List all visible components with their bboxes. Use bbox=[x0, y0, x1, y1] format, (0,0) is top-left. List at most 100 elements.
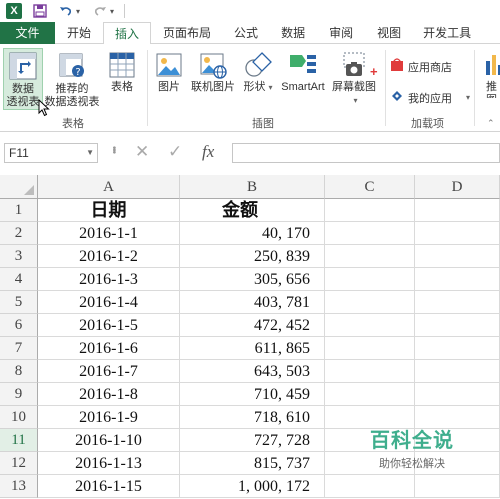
tab-developer[interactable]: 开发工具 bbox=[413, 22, 481, 44]
amount-cell[interactable]: 1, 000, 172 bbox=[180, 475, 325, 498]
date-cell[interactable]: 2016-1-2 bbox=[38, 245, 180, 268]
date-cell[interactable]: 2016-1-9 bbox=[38, 406, 180, 429]
empty-cell[interactable] bbox=[325, 268, 415, 291]
date-cell[interactable]: 2016-1-8 bbox=[38, 383, 180, 406]
tab-file[interactable]: 文件 bbox=[0, 22, 55, 44]
row-header[interactable]: 1 bbox=[0, 199, 38, 222]
empty-cell[interactable] bbox=[325, 245, 415, 268]
empty-cell[interactable] bbox=[415, 199, 500, 222]
date-cell[interactable]: 2016-1-4 bbox=[38, 291, 180, 314]
empty-cell[interactable] bbox=[325, 199, 415, 222]
cancel-icon[interactable]: ✕ bbox=[135, 142, 149, 162]
empty-cell[interactable] bbox=[415, 245, 500, 268]
header-cell-amount[interactable]: 金额 bbox=[180, 199, 325, 222]
empty-cell[interactable] bbox=[325, 291, 415, 314]
empty-cell[interactable] bbox=[415, 337, 500, 360]
header-cell-date[interactable]: 日期 bbox=[38, 199, 180, 222]
column-header-a[interactable]: A bbox=[38, 175, 180, 199]
column-header-c[interactable]: C bbox=[325, 175, 415, 199]
undo-dropdown-icon[interactable]: ▾ bbox=[74, 3, 82, 19]
tab-review[interactable]: 审阅 bbox=[317, 22, 365, 44]
table-button[interactable]: 表格 bbox=[104, 48, 140, 98]
recommended-charts-button[interactable]: 推 图 bbox=[480, 48, 500, 98]
shapes-button[interactable]: 形状 ▾ bbox=[242, 48, 274, 98]
name-box[interactable]: F11 ▼ bbox=[4, 143, 98, 163]
empty-cell[interactable] bbox=[415, 222, 500, 245]
formula-bar-grip-icon[interactable]: • • • bbox=[108, 146, 119, 152]
row-header[interactable]: 13 bbox=[0, 475, 38, 498]
tab-view[interactable]: 视图 bbox=[365, 22, 413, 44]
save-icon[interactable] bbox=[32, 3, 48, 19]
empty-cell[interactable] bbox=[415, 360, 500, 383]
amount-cell[interactable]: 611, 865 bbox=[180, 337, 325, 360]
empty-cell[interactable] bbox=[415, 383, 500, 406]
amount-cell[interactable]: 305, 656 bbox=[180, 268, 325, 291]
online-picture-button[interactable]: 联机图片 bbox=[188, 48, 238, 98]
tab-data[interactable]: 数据 bbox=[269, 22, 317, 44]
undo-icon[interactable] bbox=[58, 3, 74, 19]
my-apps-button[interactable]: 我的应用 ▾ bbox=[390, 89, 470, 106]
redo-dropdown-icon[interactable]: ▾ bbox=[108, 3, 116, 19]
amount-cell[interactable]: 472, 452 bbox=[180, 314, 325, 337]
row-header[interactable]: 12 bbox=[0, 452, 38, 475]
pivot-table-button[interactable]: 数据 透视表 bbox=[3, 48, 43, 110]
shapes-icon bbox=[244, 51, 272, 79]
enter-icon[interactable]: ✓ bbox=[168, 142, 182, 162]
empty-cell[interactable] bbox=[415, 475, 500, 498]
row-header[interactable]: 7 bbox=[0, 337, 38, 360]
tab-formulas[interactable]: 公式 bbox=[223, 22, 269, 44]
row-header[interactable]: 6 bbox=[0, 314, 38, 337]
amount-cell[interactable]: 250, 839 bbox=[180, 245, 325, 268]
formula-input[interactable] bbox=[232, 143, 500, 163]
select-all-corner[interactable] bbox=[0, 175, 38, 199]
collapse-ribbon-icon[interactable]: ⌃ bbox=[487, 118, 495, 129]
row-header[interactable]: 2 bbox=[0, 222, 38, 245]
group-label-illustrations: 插图 bbox=[252, 118, 274, 130]
shapes-label-text: 形状 bbox=[243, 81, 266, 93]
recommended-pivot-tables-button[interactable]: ? 推荐的 数据透视表 bbox=[44, 48, 100, 110]
date-cell[interactable]: 2016-1-6 bbox=[38, 337, 180, 360]
row-header[interactable]: 9 bbox=[0, 383, 38, 406]
column-header-d[interactable]: D bbox=[415, 175, 500, 199]
table-label: 表格 bbox=[111, 81, 133, 93]
amount-cell[interactable]: 403, 781 bbox=[180, 291, 325, 314]
date-cell[interactable]: 2016-1-3 bbox=[38, 268, 180, 291]
empty-cell[interactable] bbox=[415, 268, 500, 291]
tab-page-layout[interactable]: 页面布局 bbox=[151, 22, 223, 44]
date-cell[interactable]: 2016-1-15 bbox=[38, 475, 180, 498]
amount-cell[interactable]: 727, 728 bbox=[180, 429, 325, 452]
empty-cell[interactable] bbox=[325, 383, 415, 406]
row-header[interactable]: 10 bbox=[0, 406, 38, 429]
empty-cell[interactable] bbox=[325, 475, 415, 498]
tab-insert[interactable]: 插入 bbox=[103, 22, 152, 45]
picture-button[interactable]: 图片 bbox=[152, 48, 186, 98]
empty-cell[interactable] bbox=[415, 291, 500, 314]
empty-cell[interactable] bbox=[415, 314, 500, 337]
row-header[interactable]: 11 bbox=[0, 429, 38, 452]
empty-cell[interactable] bbox=[325, 337, 415, 360]
row-header[interactable]: 5 bbox=[0, 291, 38, 314]
date-cell[interactable]: 2016-1-7 bbox=[38, 360, 180, 383]
name-box-dropdown-icon[interactable]: ▼ bbox=[86, 144, 94, 162]
date-cell[interactable]: 2016-1-1 bbox=[38, 222, 180, 245]
empty-cell[interactable] bbox=[325, 360, 415, 383]
tab-home[interactable]: 开始 bbox=[55, 22, 103, 44]
redo-icon[interactable] bbox=[92, 3, 108, 19]
row-header[interactable]: 8 bbox=[0, 360, 38, 383]
date-cell[interactable]: 2016-1-13 bbox=[38, 452, 180, 475]
empty-cell[interactable] bbox=[325, 222, 415, 245]
column-header-b[interactable]: B bbox=[180, 175, 325, 199]
date-cell[interactable]: 2016-1-5 bbox=[38, 314, 180, 337]
empty-cell[interactable] bbox=[325, 314, 415, 337]
smartart-button[interactable]: SmartArt bbox=[278, 48, 328, 98]
insert-function-icon[interactable]: fx bbox=[202, 142, 214, 162]
amount-cell[interactable]: 643, 503 bbox=[180, 360, 325, 383]
amount-cell[interactable]: 40, 170 bbox=[180, 222, 325, 245]
amount-cell[interactable]: 718, 610 bbox=[180, 406, 325, 429]
amount-cell[interactable]: 710, 459 bbox=[180, 383, 325, 406]
app-store-button[interactable]: 应用商店 bbox=[390, 58, 452, 75]
amount-cell[interactable]: 815, 737 bbox=[180, 452, 325, 475]
row-header[interactable]: 4 bbox=[0, 268, 38, 291]
row-header[interactable]: 3 bbox=[0, 245, 38, 268]
date-cell[interactable]: 2016-1-10 bbox=[38, 429, 180, 452]
